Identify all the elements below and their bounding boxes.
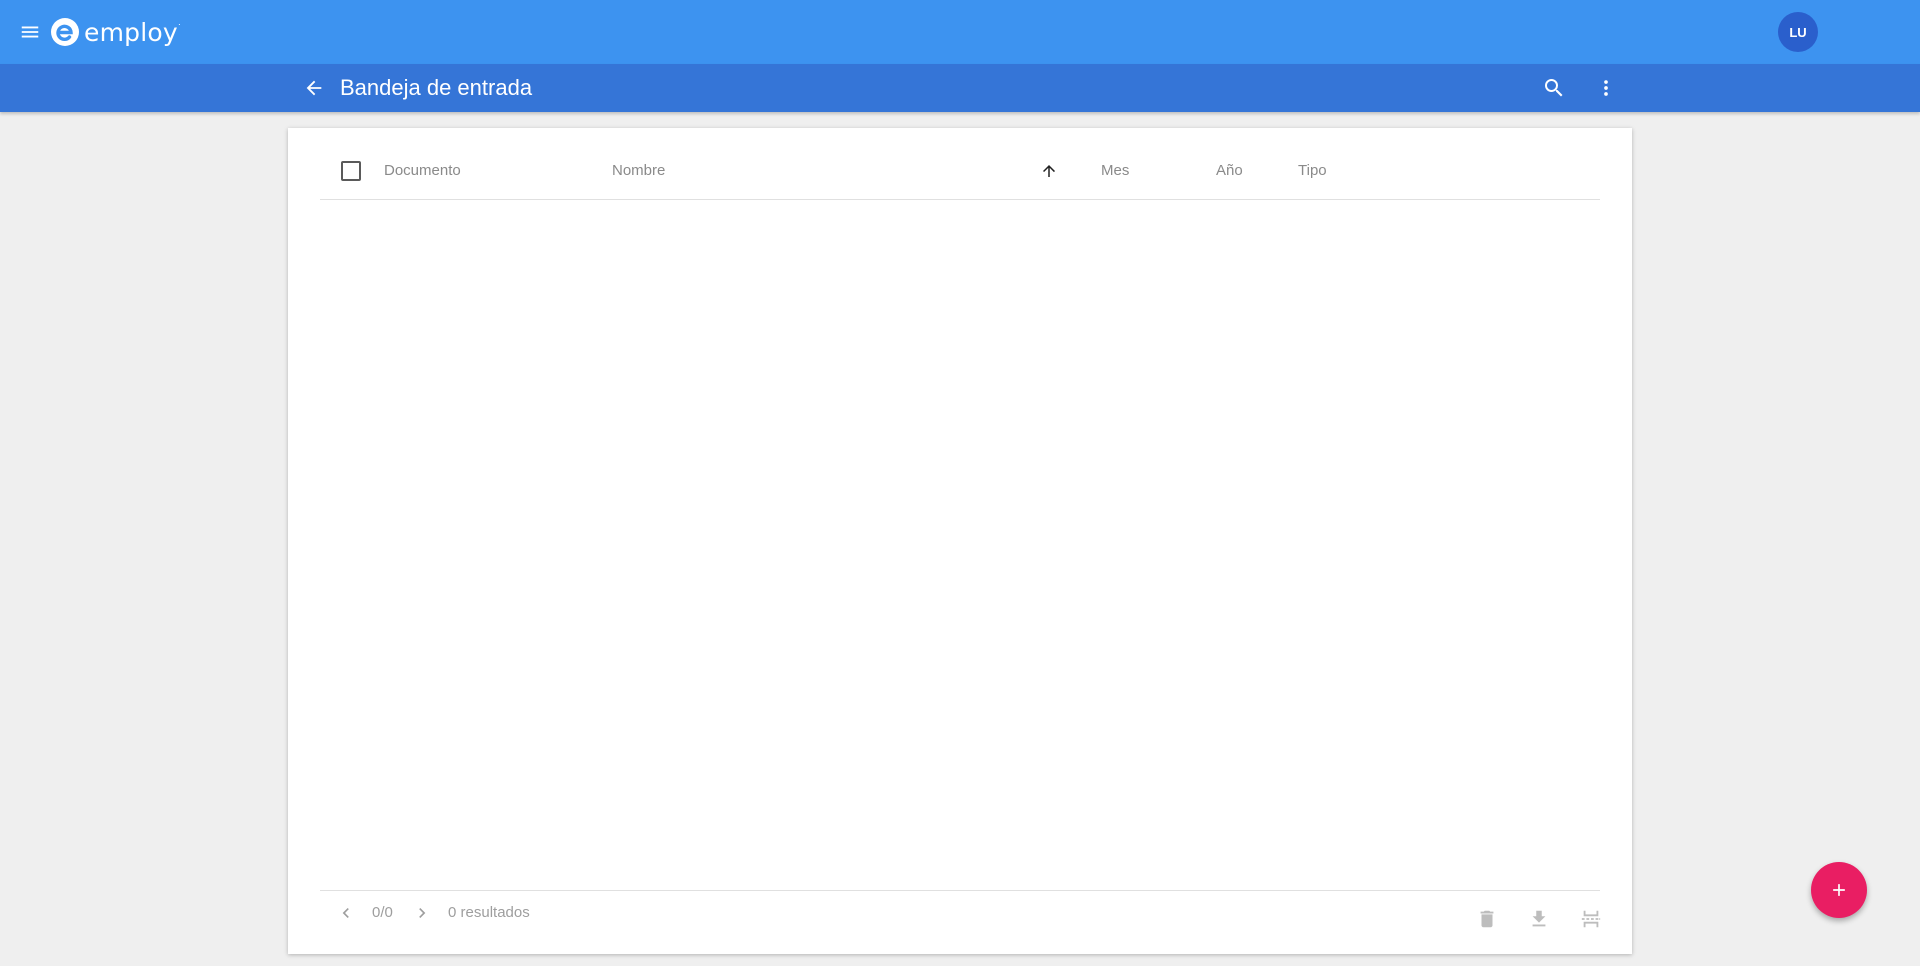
- table-header: Documento Nombre Mes Año Tipo: [320, 150, 1600, 200]
- arrow-upward-icon: [1043, 165, 1055, 177]
- top-app-bar: employ · LU: [0, 0, 1920, 64]
- arrow-back-icon: [306, 80, 322, 96]
- documents-card: Documento Nombre Mes Año Tipo 0/0 0 resu…: [288, 128, 1632, 954]
- more-options-button[interactable]: [1590, 72, 1622, 104]
- column-header-documento[interactable]: Documento: [384, 162, 461, 180]
- menu-button[interactable]: [10, 12, 50, 52]
- back-button[interactable]: [298, 72, 330, 104]
- column-header-mes[interactable]: Mes: [1101, 162, 1129, 180]
- delete-button[interactable]: [1473, 905, 1501, 933]
- employ-logo[interactable]: employ ·: [50, 14, 181, 50]
- search-button[interactable]: [1538, 72, 1570, 104]
- logo-mark-icon: [51, 18, 79, 46]
- chevron-right-icon: [419, 908, 426, 918]
- delete-icon: [1480, 910, 1494, 928]
- results-count: 0 resultados: [448, 904, 530, 921]
- download-icon: [1532, 910, 1546, 927]
- page-title: Bandeja de entrada: [340, 75, 533, 100]
- more-vert-icon: [1604, 80, 1608, 96]
- table-footer: 0/0 0 resultados: [320, 890, 1601, 954]
- select-all-checkbox[interactable]: [341, 161, 361, 181]
- plus-icon: [1833, 884, 1845, 896]
- page-indicator: 0/0: [372, 904, 393, 921]
- add-document-fab[interactable]: [1811, 862, 1867, 918]
- split-icon: [1581, 910, 1601, 928]
- next-page-button[interactable]: [410, 901, 434, 925]
- chevron-left-icon: [342, 908, 349, 918]
- search-icon: [1545, 79, 1563, 97]
- sort-ascending-button[interactable]: [1040, 162, 1058, 180]
- column-header-anio[interactable]: Año: [1216, 162, 1243, 180]
- page-header-bar: Bandeja de entrada: [0, 64, 1920, 112]
- menu-icon: [21, 26, 39, 38]
- column-header-nombre[interactable]: Nombre: [612, 162, 665, 180]
- previous-page-button[interactable]: [334, 901, 358, 925]
- logo-trademark: ·: [177, 19, 181, 29]
- download-button[interactable]: [1525, 905, 1553, 933]
- column-header-tipo[interactable]: Tipo: [1298, 162, 1327, 180]
- user-avatar[interactable]: LU: [1778, 12, 1818, 52]
- split-document-button[interactable]: [1577, 905, 1605, 933]
- logo-text: employ: [84, 17, 178, 47]
